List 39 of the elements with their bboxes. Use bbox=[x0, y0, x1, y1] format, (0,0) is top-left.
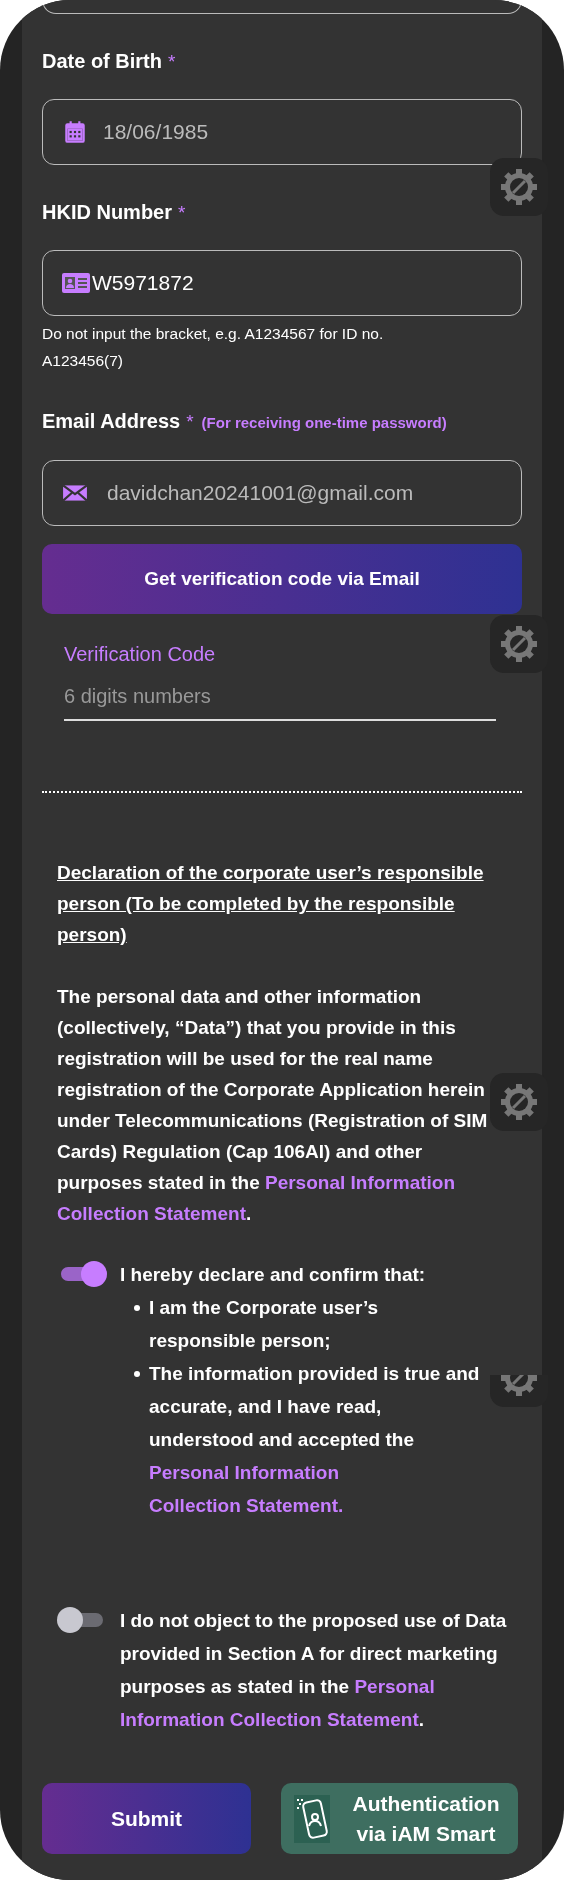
field-value: davidchan20241001@gmail.com bbox=[107, 481, 414, 505]
field-value: 18/06/1985 bbox=[103, 120, 209, 144]
field-label: Email Address bbox=[42, 409, 181, 434]
iam-smart-button[interactable]: Authentication via iAM Smart bbox=[281, 1783, 518, 1854]
bullet-icon bbox=[134, 1371, 140, 1377]
input-field[interactable]: 18/06/1985 bbox=[42, 99, 522, 165]
required-mark: * bbox=[168, 50, 176, 74]
required-mark: * bbox=[178, 201, 186, 225]
field-note: (For receiving one-time password) bbox=[201, 413, 447, 433]
submit-button[interactable]: Submit bbox=[42, 1783, 251, 1854]
statement-link[interactable]: Personal Information bbox=[149, 1462, 340, 1483]
gear-tools-icon bbox=[499, 624, 539, 664]
input-field[interactable]: W5971872 bbox=[42, 250, 522, 316]
consent-text: The information provided is true and accurate, and I have read, understood and accepted the Personal Information Collection Statement. bbox=[149, 1362, 481, 1518]
field-hint: Do not input the bracket, e.g. A1234567 for ID no. A123456(7) bbox=[42, 324, 385, 371]
input-field[interactable]: davidchan20241001@gmail.com bbox=[42, 460, 522, 526]
statement-link[interactable]: Personal bbox=[354, 1676, 435, 1697]
bullet-icon bbox=[134, 1305, 140, 1311]
field-label: Verification Code bbox=[64, 642, 217, 667]
input-field[interactable]: 6 digits numbers bbox=[64, 682, 496, 721]
id-card-icon bbox=[62, 271, 90, 295]
verification-code-button[interactable]: Get verification code via Email bbox=[42, 544, 522, 614]
statement-link[interactable]: Personal Information bbox=[265, 1172, 455, 1193]
field-label: Date of Birth bbox=[42, 49, 162, 74]
calendar-icon bbox=[62, 119, 88, 145]
consent-text: I do not object to the proposed use of Data provided in Section A for direct marketing purposes as stated in the Personal Information Collection Statement. bbox=[120, 1609, 508, 1732]
statement-link[interactable]: Information Collection Statement bbox=[120, 1709, 419, 1730]
consent-text: I am the Corporate user’s responsible person; bbox=[149, 1296, 380, 1353]
required-mark: * bbox=[186, 410, 194, 434]
declaration-heading: Declaration of the corporate user’s responsible person (To be completed by the responsible person) bbox=[57, 861, 485, 947]
statement-link[interactable]: Collection Statement bbox=[57, 1203, 246, 1224]
gear-tools-icon bbox=[499, 167, 539, 207]
statement-link[interactable]: Collection Statement. bbox=[149, 1495, 344, 1516]
field-value: W5971872 bbox=[92, 271, 194, 295]
gear-tools-icon bbox=[499, 1082, 539, 1122]
phone-icon bbox=[294, 1794, 330, 1843]
consent-text: I hereby declare and confirm that: bbox=[120, 1263, 427, 1287]
declaration-text: The personal data and other information (collectively, “Data”) that you provide in this registration will be used for the real name registration of the Corporate Application herein under Telecommunications (Registration of SIM Cards) Regulation (Cap 106AI) and other purposes stated in the Personal Information Collection Statement. bbox=[57, 985, 489, 1226]
field-label: HKID Number bbox=[42, 200, 172, 225]
